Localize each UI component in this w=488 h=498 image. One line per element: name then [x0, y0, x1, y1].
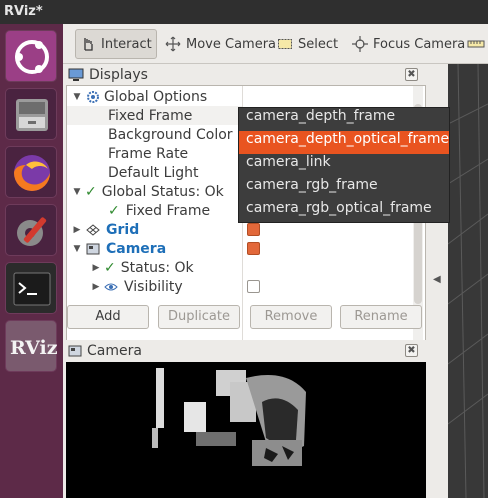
files-icon[interactable]: [5, 88, 57, 140]
depth-image-picture: [66, 362, 426, 498]
camera-close-button[interactable]: ✖: [405, 344, 418, 357]
ruler-icon: [467, 40, 485, 48]
displays-close-button[interactable]: ✖: [405, 68, 418, 81]
frame-option[interactable]: camera_link: [239, 154, 449, 177]
add-display-button[interactable]: Add: [67, 305, 149, 329]
frame-option[interactable]: camera_rgb_optical_frame: [239, 200, 449, 223]
tree-row-global-options[interactable]: ▼ Global Options: [67, 87, 242, 106]
ubuntu-launcher-icon[interactable]: [5, 30, 57, 82]
hand-icon: [84, 38, 93, 51]
tree-row-background-color[interactable]: Background Color: [67, 125, 242, 144]
remove-display-button[interactable]: Remove: [250, 305, 332, 329]
move-camera-tool[interactable]: Move Camera: [161, 29, 280, 59]
eye-icon: [104, 283, 118, 290]
tree-row-frame-rate[interactable]: Frame Rate: [67, 144, 242, 163]
frame-option[interactable]: camera_depth_frame: [239, 108, 449, 131]
measure-tool[interactable]: [463, 29, 488, 59]
tree-label: Global Status: Ok: [101, 183, 224, 200]
camera-depth-image: [66, 362, 426, 498]
camera-title: Camera: [87, 343, 142, 359]
tree-row-visibility[interactable]: ▶ Visibility: [67, 277, 242, 296]
tree-row-camera-status[interactable]: ▶ ✓ Status: Ok: [67, 258, 242, 277]
tree-row-camera[interactable]: ▼ Camera: [67, 239, 242, 258]
tree-label: Status: Ok: [120, 259, 194, 276]
rviz-icon-label: RViz: [10, 337, 58, 359]
focus-camera-label: Focus Camera: [373, 36, 466, 52]
select-label: Select: [298, 36, 339, 52]
tree-label: Global Options: [104, 88, 208, 105]
interact-tool[interactable]: Interact: [75, 29, 157, 59]
expand-arrow-icon[interactable]: ▶: [91, 282, 101, 292]
tree-label: Visibility: [124, 278, 183, 295]
camera-enabled-checkbox[interactable]: [247, 242, 260, 255]
launcher: RViz: [0, 24, 63, 498]
expand-arrow-icon[interactable]: ▶: [91, 263, 101, 273]
tree-row-fixed-frame[interactable]: Fixed Frame: [67, 106, 242, 125]
rename-display-button[interactable]: Rename: [340, 305, 422, 329]
displays-title: Displays: [89, 67, 148, 83]
window-titlebar: RViz*: [0, 0, 488, 24]
checkmark-icon: ✓: [104, 259, 116, 276]
tree-row-global-status[interactable]: ▼ ✓ Global Status: Ok: [67, 182, 242, 201]
window-title: RViz*: [4, 4, 43, 19]
tree-row-default-light[interactable]: Default Light: [67, 163, 242, 182]
frame-option-highlighted[interactable]: camera_depth_optical_frame: [239, 131, 449, 154]
grid-lines: [447, 63, 488, 498]
tree-label: Background Color: [108, 126, 233, 143]
tree-label: Camera: [106, 240, 167, 257]
duplicate-display-button[interactable]: Duplicate: [158, 305, 240, 329]
camera-display-icon: [68, 345, 82, 357]
tree-label: Fixed Frame: [125, 202, 211, 219]
tree-label: Grid: [106, 221, 140, 238]
move-arrows-icon: [165, 36, 181, 52]
frame-option[interactable]: camera_rgb_frame: [239, 177, 449, 200]
toolbar: Interact Move Camera Select Focus Camera: [63, 24, 488, 64]
gear-icon: [87, 90, 99, 103]
camera-display-icon: [86, 243, 100, 254]
collapse-arrow-icon[interactable]: ◀: [433, 274, 441, 285]
focus-camera-tool[interactable]: Focus Camera: [348, 29, 469, 59]
expand-arrow-icon[interactable]: ▶: [72, 225, 82, 235]
tree-label: Fixed Frame: [108, 107, 193, 124]
settings-icon[interactable]: [5, 204, 57, 256]
render-3d-view[interactable]: [447, 63, 488, 498]
checkmark-icon: ✓: [85, 183, 97, 200]
camera-title-bar: Camera ✖: [63, 340, 428, 362]
tree-row-status-fixed-frame[interactable]: ✓ Fixed Frame: [67, 201, 242, 220]
expand-arrow-icon[interactable]: ▼: [72, 244, 82, 254]
expand-arrow-icon[interactable]: ▼: [72, 92, 82, 102]
checkmark-icon: ✓: [108, 202, 120, 219]
tree-row-grid[interactable]: ▶ Grid: [67, 220, 242, 239]
monitor-icon: [68, 68, 84, 81]
grid-enabled-checkbox[interactable]: [247, 223, 260, 236]
grid-icon: [86, 223, 100, 236]
interact-label: Interact: [101, 36, 152, 52]
rviz-icon[interactable]: RViz: [5, 320, 58, 372]
tree-label: Frame Rate: [108, 145, 189, 162]
terminal-icon[interactable]: [5, 262, 57, 314]
camera-panel: Camera ✖: [63, 340, 428, 498]
tree-label: Default Light: [108, 164, 199, 181]
displays-title-bar: Displays ✖: [63, 64, 428, 86]
move-camera-label: Move Camera: [186, 36, 277, 52]
select-tool[interactable]: Select: [273, 29, 342, 59]
expand-arrow-icon[interactable]: ▼: [72, 187, 82, 197]
visibility-checkbox[interactable]: [247, 280, 260, 293]
focus-crosshair-icon: [352, 36, 368, 52]
fixed-frame-dropdown[interactable]: camera_depth_frame camera_depth_optical_…: [238, 107, 450, 223]
select-box-icon: [278, 39, 292, 49]
firefox-icon[interactable]: [5, 146, 57, 198]
